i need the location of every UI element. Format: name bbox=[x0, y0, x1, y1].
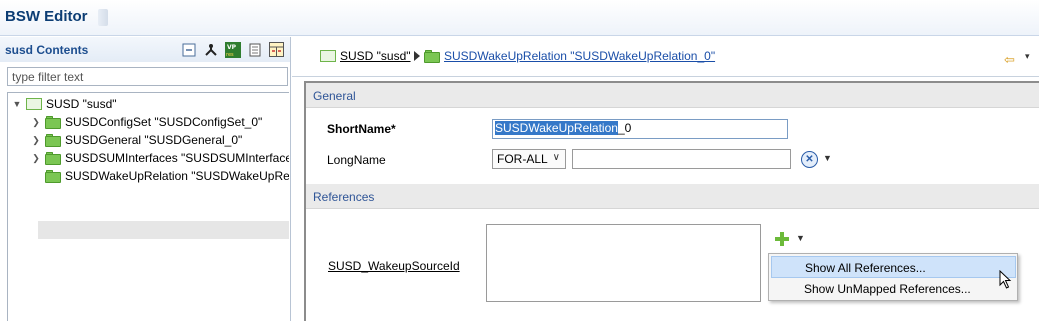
wakeup-source-label[interactable]: SUSD_WakeupSourceId bbox=[328, 259, 460, 273]
contents-tree: ▼ SUSD "susd" ❯ SUSDConfigSet "SUSDConfi… bbox=[7, 92, 289, 321]
shortname-field[interactable]: SUSDWakeUpRelation_0 bbox=[492, 119, 788, 139]
selected-row-highlight bbox=[38, 221, 289, 239]
link-icon[interactable] bbox=[202, 41, 219, 58]
folder-icon bbox=[424, 49, 440, 63]
language-select-value: FOR-ALL bbox=[497, 152, 548, 166]
wakeup-source-list[interactable] bbox=[486, 224, 761, 302]
tree-node-label: SUSD "susd" bbox=[46, 97, 117, 111]
shortname-suffix-text: _0 bbox=[617, 121, 632, 135]
language-settings-icon[interactable]: ✕ bbox=[801, 151, 818, 168]
filter-input[interactable]: type filter text bbox=[7, 67, 288, 86]
vp-res-icon[interactable]: VP res bbox=[224, 41, 241, 58]
tree-node-label: SUSDSUMInterfaces "SUSDSUMInterfaces_ bbox=[65, 151, 289, 165]
chevron-down-icon[interactable]: ▾ bbox=[1025, 51, 1030, 62]
tree-node-label: SUSDGeneral "SUSDGeneral_0" bbox=[65, 133, 243, 147]
tree-node-general[interactable]: ❯ SUSDGeneral "SUSDGeneral_0" bbox=[31, 131, 242, 149]
tree-node-susd[interactable]: ▼ SUSD "susd" bbox=[12, 95, 117, 113]
editor-title: BSW Editor bbox=[5, 8, 88, 25]
title-grip bbox=[98, 9, 108, 26]
tree-node-label: SUSDConfigSet "SUSDConfigSet_0" bbox=[65, 115, 263, 129]
section-general-header[interactable]: General bbox=[306, 83, 1039, 108]
references-context-menu: Show All References... Show UnMapped Ref… bbox=[768, 253, 1018, 301]
breadcrumb-item-susd[interactable]: SUSD "susd" bbox=[320, 49, 411, 63]
tree-node-suminterfaces[interactable]: ❯ SUSDSUMInterfaces "SUSDSUMInterfaces_ bbox=[31, 149, 289, 167]
breadcrumb-separator-icon bbox=[414, 51, 420, 61]
chevron-down-icon: ∨ bbox=[552, 152, 560, 163]
collapse-all-icon[interactable] bbox=[180, 41, 197, 58]
shortname-selected-text: SUSDWakeUpRelation bbox=[495, 121, 618, 135]
breadcrumb: SUSD "susd" SUSDWakeUpRelation "SUSDWake… bbox=[292, 37, 1039, 77]
section-title: General bbox=[313, 89, 356, 103]
menu-item-show-all-references[interactable]: Show All References... bbox=[771, 256, 1016, 278]
add-reference-icon[interactable] bbox=[775, 232, 789, 246]
layout-icon[interactable] bbox=[268, 41, 285, 58]
section-title: References bbox=[313, 190, 375, 204]
tree-node-wakeuprelation[interactable]: SUSDWakeUpRelation "SUSDWakeUpRelat bbox=[45, 167, 289, 185]
chevron-right-icon[interactable]: ❯ bbox=[31, 117, 41, 127]
folder-icon bbox=[45, 115, 61, 129]
breadcrumb-item-wakeuprelation[interactable]: SUSDWakeUpRelation "SUSDWakeUpRelation_0… bbox=[424, 49, 715, 63]
svg-text:VP: VP bbox=[227, 44, 237, 51]
back-arrow-icon[interactable]: ⇦ bbox=[1004, 52, 1015, 68]
document-icon[interactable] bbox=[246, 41, 263, 58]
tree-node-configset[interactable]: ❯ SUSDConfigSet "SUSDConfigSet_0" bbox=[31, 113, 262, 131]
chevron-right-icon[interactable]: ❯ bbox=[31, 135, 41, 145]
chevron-right-icon[interactable]: ❯ bbox=[31, 153, 41, 163]
svg-text:res: res bbox=[226, 52, 234, 58]
mouse-cursor-icon bbox=[999, 270, 1012, 289]
folder-icon bbox=[45, 151, 61, 165]
tree-node-label: SUSDWakeUpRelation "SUSDWakeUpRelat bbox=[65, 169, 289, 183]
language-select[interactable]: FOR-ALL ∨ bbox=[492, 149, 566, 169]
contents-panel-title: susd Contents bbox=[5, 43, 89, 57]
contents-panel-header: susd Contents VP res bbox=[0, 37, 290, 62]
longname-label: LongName bbox=[327, 153, 386, 167]
contents-toolbar: VP res bbox=[180, 41, 285, 58]
menu-item-show-unmapped-references[interactable]: Show UnMapped References... bbox=[771, 278, 1016, 300]
contents-panel: susd Contents VPres type filter text ▼ bbox=[0, 37, 291, 321]
folder-icon bbox=[45, 169, 61, 183]
breadcrumb-link[interactable]: SUSDWakeUpRelation "SUSDWakeUpRelation_0… bbox=[444, 49, 715, 63]
chevron-down-icon[interactable]: ▼ bbox=[823, 153, 832, 163]
package-icon bbox=[320, 50, 336, 62]
package-icon bbox=[26, 98, 42, 110]
breadcrumb-link[interactable]: SUSD "susd" bbox=[340, 49, 411, 63]
chevron-down-icon[interactable]: ▼ bbox=[796, 233, 805, 243]
section-references-header[interactable]: References bbox=[306, 184, 1039, 209]
chevron-down-icon[interactable]: ▼ bbox=[12, 99, 22, 109]
longname-field[interactable] bbox=[572, 149, 791, 169]
editor-title-bar: BSW Editor bbox=[0, 0, 1039, 36]
shortname-label: ShortName* bbox=[327, 122, 396, 136]
folder-icon bbox=[45, 133, 61, 147]
